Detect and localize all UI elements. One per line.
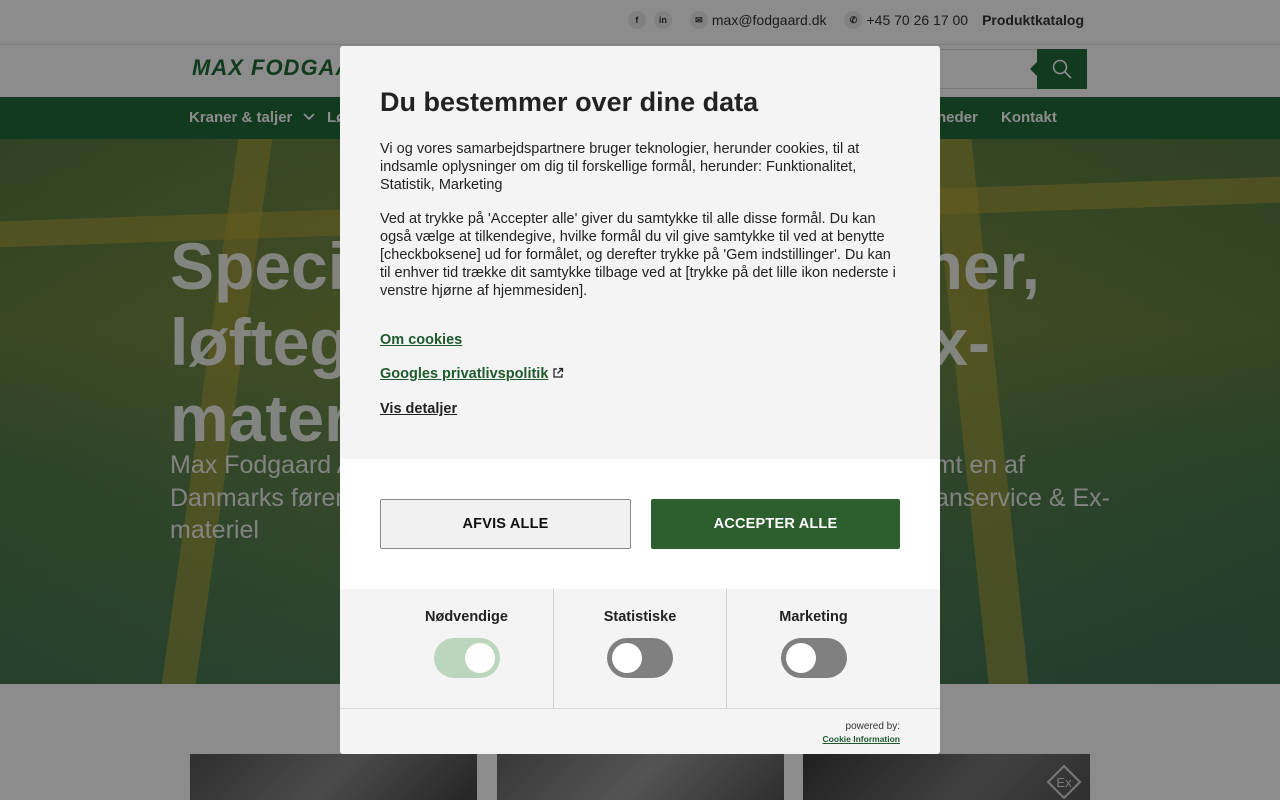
- necessary-switch: [433, 638, 500, 678]
- toggle-statistics: Statistiske: [553, 589, 726, 709]
- show-details-link[interactable]: Vis detaljer: [380, 401, 457, 417]
- toggle-necessary: Nødvendige: [380, 589, 553, 709]
- google-privacy-label: Googles privatlivspolitik: [380, 366, 549, 382]
- dialog-footer: powered by: Cookie Information: [340, 710, 940, 754]
- switch-knob: [612, 643, 642, 673]
- marketing-switch[interactable]: [780, 638, 847, 678]
- cookie-consent-dialog: Du bestemmer over dine data Vi og vores …: [340, 46, 940, 754]
- toggle-marketing-label: Marketing: [779, 609, 848, 625]
- dialog-consent-text: Ved at trykke på 'Accepter alle' giver d…: [380, 211, 896, 300]
- toggle-marketing: Marketing: [726, 589, 900, 709]
- toggle-necessary-label: Nødvendige: [425, 609, 508, 625]
- accept-all-button[interactable]: ACCEPTER ALLE: [651, 499, 900, 549]
- about-cookies-link[interactable]: Om cookies: [380, 332, 462, 348]
- cookie-information-link[interactable]: Cookie Information: [340, 733, 900, 746]
- dialog-buttons: AFVIS ALLE ACCEPTER ALLE: [340, 459, 940, 589]
- dialog-body: Du bestemmer over dine data Vi og vores …: [340, 46, 940, 459]
- switch-knob: [785, 643, 816, 673]
- external-link-icon: [553, 367, 564, 378]
- consent-toggles: Nødvendige Statistiske Marketing: [340, 589, 940, 709]
- switch-knob: [464, 643, 495, 673]
- reject-all-button[interactable]: AFVIS ALLE: [380, 499, 631, 549]
- toggle-statistics-label: Statistiske: [603, 609, 677, 625]
- dialog-title: Du bestemmer over dine data: [380, 87, 759, 117]
- powered-by-text: powered by:: [845, 721, 900, 732]
- statistics-switch[interactable]: [607, 638, 673, 678]
- google-privacy-link[interactable]: Googles privatlivspolitik: [380, 366, 564, 382]
- dialog-intro-text: Vi og vores samarbejdspartnere bruger te…: [380, 141, 860, 194]
